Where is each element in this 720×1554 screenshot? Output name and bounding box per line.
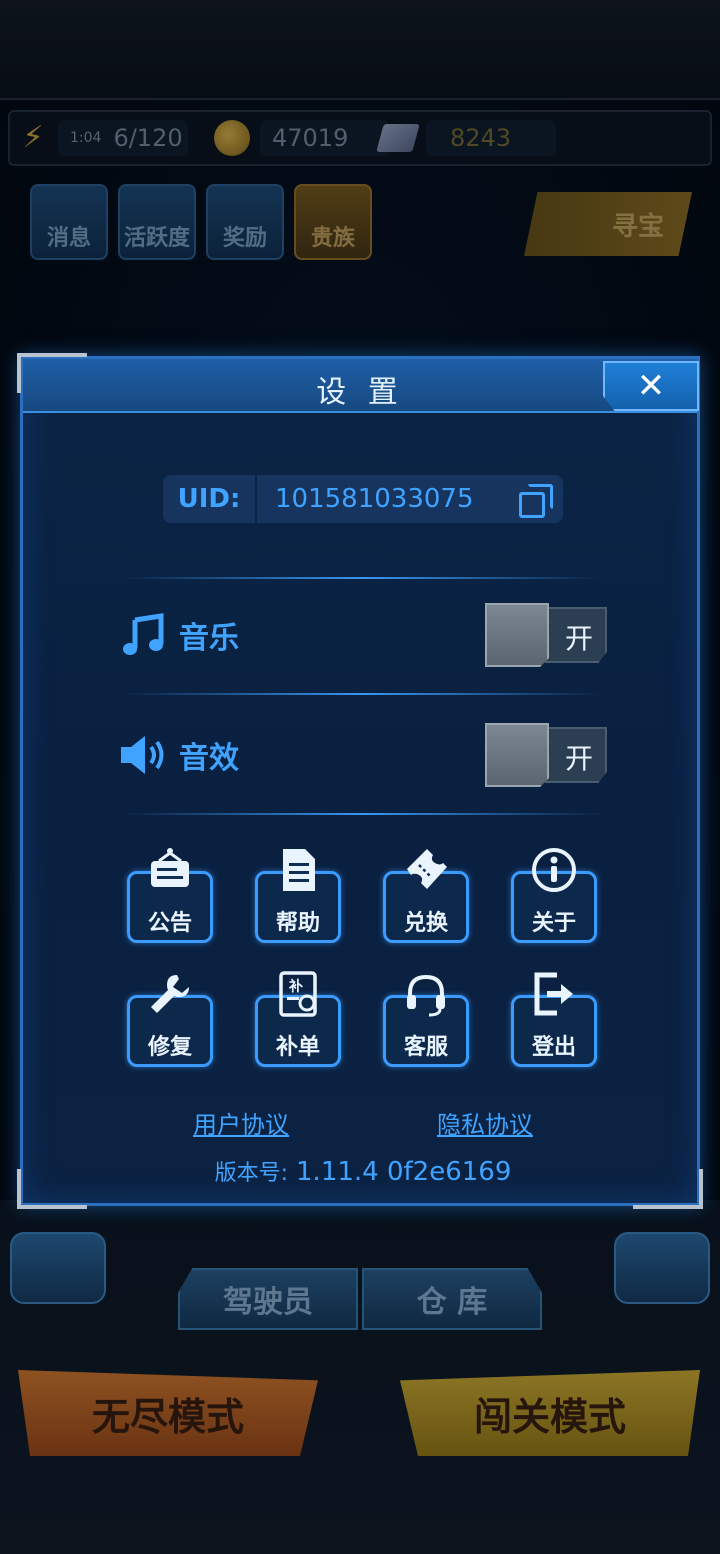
notice-label: 公告	[147, 911, 192, 936]
repair-label: 修复	[147, 1035, 192, 1060]
sound-toggle-text: 开	[564, 742, 593, 775]
uid-box: UID: 101581033075	[163, 475, 563, 523]
logout-icon	[531, 971, 577, 1017]
music-toggle-text: 开	[564, 622, 593, 655]
uid-value: 101581033075	[275, 484, 474, 514]
wrench-icon	[147, 971, 193, 1017]
uid-label: UID:	[163, 475, 257, 523]
document-icon	[275, 847, 321, 893]
settings-dialog: 设 置 ✕ UID: 101581033075 音乐 开 音效 开 公告 帮助 …	[17, 353, 703, 1209]
sound-toggle[interactable]: 开	[485, 723, 609, 787]
close-icon: ✕	[636, 366, 666, 406]
repair-button[interactable]: 修复	[127, 971, 213, 1067]
svg-text:补: 补	[288, 978, 303, 995]
sound-label: 音效	[179, 741, 239, 776]
privacy-policy-link[interactable]: 隐私协议	[437, 1105, 533, 1140]
toggle-knob[interactable]	[485, 723, 549, 787]
refill-order-label: 补单	[275, 1035, 320, 1060]
close-button[interactable]: ✕	[603, 361, 699, 411]
version-value: 1.11.4 0f2e6169	[296, 1157, 512, 1187]
logout-label: 登出	[531, 1035, 576, 1060]
help-button[interactable]: 帮助	[255, 847, 341, 943]
about-button[interactable]: 关于	[511, 847, 597, 943]
redeem-label: 兑换	[403, 911, 448, 936]
dialog-title: 设 置	[316, 375, 404, 410]
headset-icon	[403, 971, 449, 1017]
customer-service-label: 客服	[403, 1035, 448, 1060]
divider	[123, 813, 603, 815]
sound-setting-row: 音效 开	[119, 723, 609, 787]
refill-order-button[interactable]: 补 补单	[255, 971, 341, 1067]
divider	[123, 577, 603, 579]
settings-action-grid: 公告 帮助 兑换 关于 修复 补 补单 客服 登出	[127, 847, 599, 1067]
toggle-knob[interactable]	[485, 603, 549, 667]
customer-service-button[interactable]: 客服	[383, 971, 469, 1067]
music-toggle[interactable]: 开	[485, 603, 609, 667]
speaker-icon	[119, 730, 169, 780]
music-note-icon	[119, 610, 169, 660]
info-icon	[531, 847, 577, 893]
copy-icon[interactable]	[519, 484, 553, 518]
refill-order-icon: 补	[275, 971, 321, 1017]
music-setting-row: 音乐 开	[119, 603, 609, 667]
notice-board-icon	[147, 847, 193, 893]
music-label: 音乐	[179, 621, 239, 656]
version-info: 版本号: 1.11.4 0f2e6169	[23, 1155, 703, 1187]
about-label: 关于	[531, 911, 576, 936]
logout-button[interactable]: 登出	[511, 971, 597, 1067]
user-agreement-link[interactable]: 用户协议	[193, 1105, 289, 1140]
notice-button[interactable]: 公告	[127, 847, 213, 943]
dialog-header: 设 置	[23, 359, 697, 413]
ticket-icon	[403, 847, 449, 893]
redeem-button[interactable]: 兑换	[383, 847, 469, 943]
divider	[123, 693, 603, 695]
version-label: 版本号:	[214, 1161, 289, 1186]
help-label: 帮助	[275, 911, 320, 936]
